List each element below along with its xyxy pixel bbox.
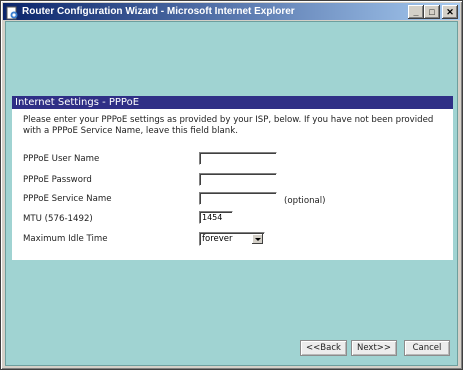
minimize-icon: _ [413, 6, 419, 17]
mtu-label: MTU (576-1492) [23, 214, 93, 224]
service-name-input[interactable] [199, 192, 277, 205]
service-name-label: PPPoE Service Name [23, 194, 112, 204]
idle-time-select[interactable]: forever [199, 232, 265, 246]
dropdown-arrow-icon[interactable] [252, 234, 263, 244]
back-button[interactable]: <<Back [300, 340, 347, 356]
optional-note: (optional) [284, 196, 326, 206]
maximize-icon: □ [429, 6, 435, 17]
mtu-input[interactable]: 1454 [199, 211, 233, 224]
panel-title: Internet Settings - PPPoE [12, 96, 453, 109]
user-name-label: PPPoE User Name [23, 154, 100, 164]
user-name-input[interactable] [199, 152, 277, 165]
maximize-button[interactable]: □ [424, 5, 440, 19]
browser-window: Router Configuration Wizard - Microsoft … [0, 0, 463, 370]
ie-document-icon [5, 5, 19, 19]
page-content: Internet Settings - PPPoE Please enter y… [5, 21, 458, 366]
password-label: PPPoE Password [23, 175, 92, 185]
title-bar[interactable]: Router Configuration Wizard - Microsoft … [3, 3, 460, 20]
intro-text: Please enter your PPPoE settings as prov… [23, 115, 434, 136]
close-icon: ✕ [446, 6, 454, 17]
pppoe-settings-panel: Internet Settings - PPPoE Please enter y… [12, 96, 453, 260]
close-button[interactable]: ✕ [442, 5, 458, 19]
window-title: Router Configuration Wizard - Microsoft … [22, 6, 295, 17]
next-button[interactable]: Next>> [351, 340, 397, 356]
cancel-button[interactable]: Cancel [404, 340, 450, 356]
window-controls: _ □ ✕ [408, 5, 458, 19]
minimize-button[interactable]: _ [408, 5, 424, 19]
password-input[interactable] [199, 173, 277, 186]
idle-time-value: forever [202, 234, 233, 244]
idle-time-label: Maximum Idle Time [23, 234, 108, 244]
